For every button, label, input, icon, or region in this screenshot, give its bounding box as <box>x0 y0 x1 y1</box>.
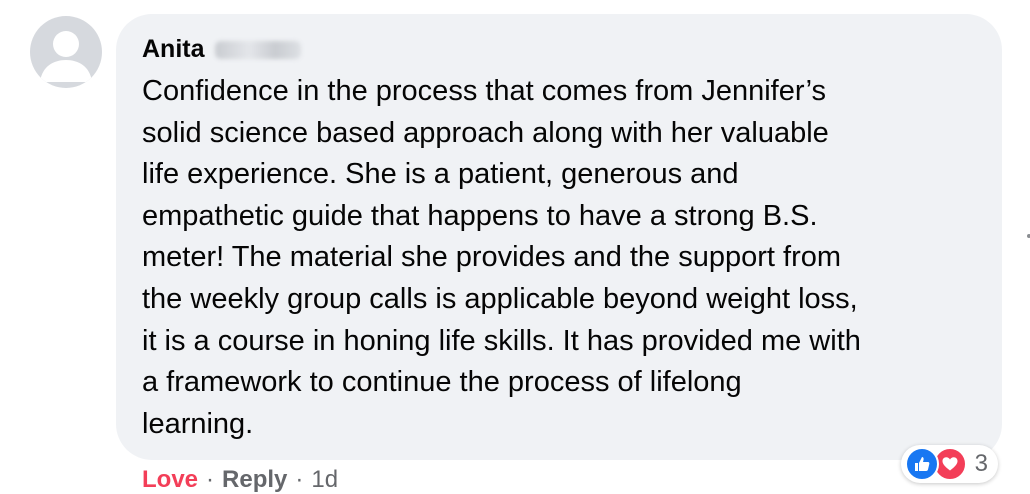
default-profile-icon <box>40 31 92 82</box>
reply-button[interactable]: Reply <box>222 466 287 494</box>
avatar[interactable] <box>30 16 102 88</box>
separator: · <box>206 466 215 493</box>
reactions-summary[interactable]: 3 <box>900 445 998 483</box>
reaction-count: 3 <box>974 450 988 477</box>
separator: · <box>295 466 304 493</box>
timestamp[interactable]: 1d <box>311 466 338 494</box>
love-reaction-button[interactable]: Love <box>142 466 198 494</box>
like-icon <box>904 447 939 481</box>
author-lastname-redacted <box>214 40 301 59</box>
comment-author[interactable]: Anita <box>142 35 301 64</box>
comment-text: Confidence in the process that comes fro… <box>142 75 861 440</box>
comment-actions: Love · Reply · 1d <box>142 466 338 494</box>
author-name[interactable]: Anita <box>142 35 205 64</box>
